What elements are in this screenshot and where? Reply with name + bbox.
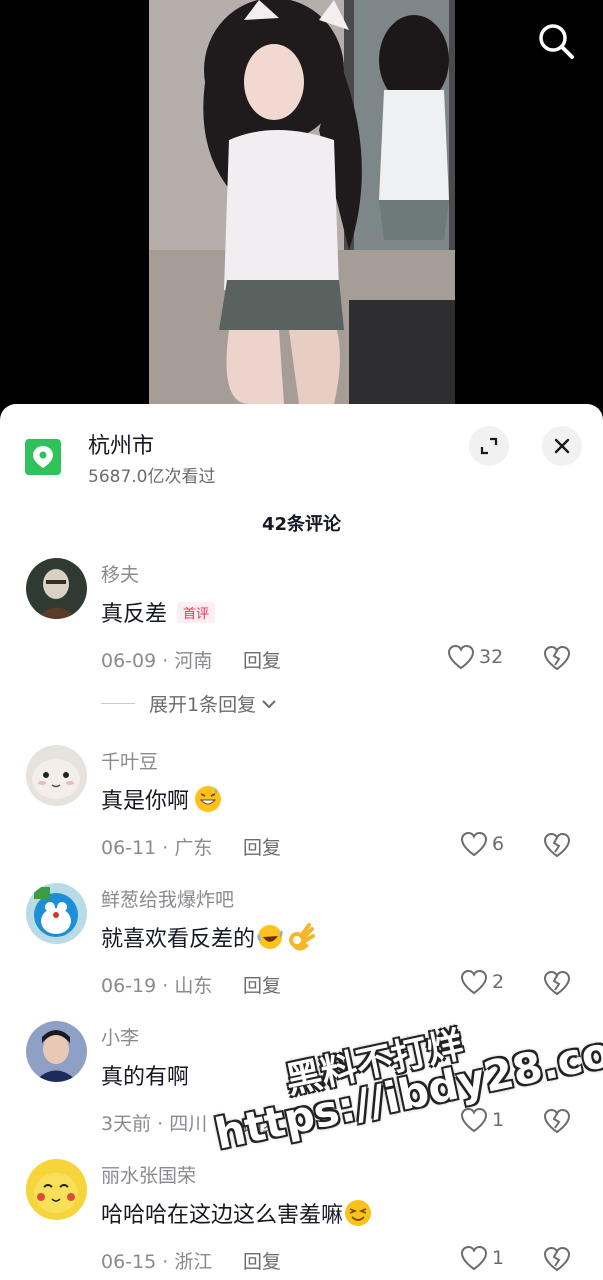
comment-date-region: 06-09 · 河南: [101, 650, 213, 672]
video-frame[interactable]: [149, 0, 455, 404]
comment-text-body: 真反差: [101, 602, 168, 627]
search-button[interactable]: [535, 20, 577, 62]
dislike-button[interactable]: [543, 1246, 571, 1276]
like-count: 6: [492, 833, 505, 855]
location-views: 5687.0亿次看过: [88, 467, 216, 487]
heart-icon: [460, 969, 488, 995]
ok-hand-emoji: [289, 923, 316, 951]
expand-replies-label: 展开1条回复: [149, 694, 257, 716]
location-name[interactable]: 杭州市: [88, 428, 154, 460]
comment-username[interactable]: 移夫: [101, 560, 139, 587]
video-thumbnail: [149, 0, 455, 404]
comment-date-region: 3天前 · 四川: [101, 1113, 208, 1135]
dislike-button[interactable]: [543, 1108, 571, 1138]
comment-text-body: 就喜欢看反差的: [101, 927, 256, 952]
reply-button[interactable]: 回复: [243, 646, 281, 673]
broken-heart-icon: [543, 1108, 571, 1134]
like-count: 1: [492, 1247, 505, 1269]
comment-username[interactable]: 丽水张国荣: [101, 1161, 196, 1188]
fullscreen-icon: [480, 437, 498, 455]
broken-heart-icon: [543, 1246, 571, 1272]
comment-text: 就喜欢看反差的: [101, 921, 316, 953]
like-count: 1: [492, 1109, 505, 1131]
comment-date-region: 06-11 · 广东: [101, 837, 213, 859]
avatar[interactable]: [26, 1159, 87, 1220]
reply-button[interactable]: 回复: [243, 833, 281, 860]
smiling-squint-emoji: [345, 1200, 372, 1226]
comment-text: 真是你啊: [101, 783, 223, 815]
comment-item: 鲜葱给我爆炸吧 就喜欢看反差的 06-19 · 山东 回复 2: [0, 883, 603, 1021]
grinning-sweat-emoji: [195, 786, 222, 812]
comment-username[interactable]: 鲜葱给我爆炸吧: [101, 885, 234, 912]
expand-replies-button[interactable]: 展开1条回复: [101, 690, 278, 717]
avatar[interactable]: [26, 1021, 87, 1082]
like-button[interactable]: 1: [460, 1245, 504, 1271]
dislike-button[interactable]: [543, 645, 571, 675]
comment-text: 哈哈哈在这边这么害羞嘛: [101, 1197, 373, 1229]
broken-heart-icon: [543, 970, 571, 996]
dislike-button[interactable]: [543, 970, 571, 1000]
tears-of-joy-emoji: [257, 925, 283, 949]
comment-item: 丽水张国荣 哈哈哈在这边这么害羞嘛 06-15 · 浙江 回复 1: [0, 1159, 603, 1280]
like-count: 2: [492, 971, 505, 993]
divider: [101, 703, 135, 704]
heart-icon: [460, 1245, 488, 1271]
location-icon-box[interactable]: [25, 439, 61, 475]
like-button[interactable]: 32: [447, 644, 503, 670]
like-button[interactable]: 6: [460, 831, 504, 857]
broken-heart-icon: [543, 645, 571, 671]
like-count: 32: [479, 646, 504, 668]
location-pin-icon: [33, 446, 53, 468]
like-button[interactable]: 2: [460, 969, 504, 995]
comment-text-body: 哈哈哈在这边这么害羞嘛: [101, 1203, 344, 1228]
reply-button[interactable]: 回复: [243, 1109, 281, 1136]
first-comment-badge: 首评: [177, 601, 216, 623]
comment-text: 真反差 首评: [101, 596, 216, 628]
heart-icon: [460, 831, 488, 857]
fullscreen-button[interactable]: [469, 426, 509, 466]
comment-date-region: 06-15 · 浙江: [101, 1251, 213, 1273]
comment-text: 真的有啊: [101, 1059, 189, 1091]
like-button[interactable]: 1: [460, 1107, 504, 1133]
broken-heart-icon: [543, 832, 571, 858]
comment-date-region: 06-19 · 山东: [101, 975, 213, 997]
avatar[interactable]: [26, 745, 87, 806]
search-icon: [539, 24, 574, 59]
comment-username[interactable]: 小李: [101, 1023, 139, 1050]
reply-button[interactable]: 回复: [243, 1247, 281, 1274]
chevron-down-icon: [262, 699, 276, 708]
comment-item: 移夫 真反差 首评 06-09 · 河南 回复 32: [0, 558, 603, 696]
comment-count: 42条评论: [261, 514, 342, 535]
comment-username[interactable]: 千叶豆: [101, 747, 158, 774]
reply-button[interactable]: 回复: [243, 971, 281, 998]
video-player[interactable]: [0, 0, 603, 420]
comment-item: 千叶豆 真是你啊 06-11 · 广东 回复 6: [0, 745, 603, 883]
comment-text-body: 真是你啊: [101, 789, 190, 814]
close-icon: [554, 438, 570, 454]
comment-text-body: 真的有啊: [101, 1065, 190, 1090]
comment-item: 小李 真的有啊 3天前 · 四川 回复 1: [0, 1021, 603, 1159]
close-button[interactable]: [542, 426, 582, 466]
avatar[interactable]: [26, 558, 87, 619]
comments-sheet: 杭州市 5687.0亿次看过 42条评论 移夫 真反差 首评 06-09 · 河…: [0, 404, 603, 1280]
heart-icon: [460, 1107, 488, 1133]
avatar[interactable]: [26, 883, 87, 944]
heart-icon: [447, 644, 475, 670]
dislike-button[interactable]: [543, 832, 571, 862]
